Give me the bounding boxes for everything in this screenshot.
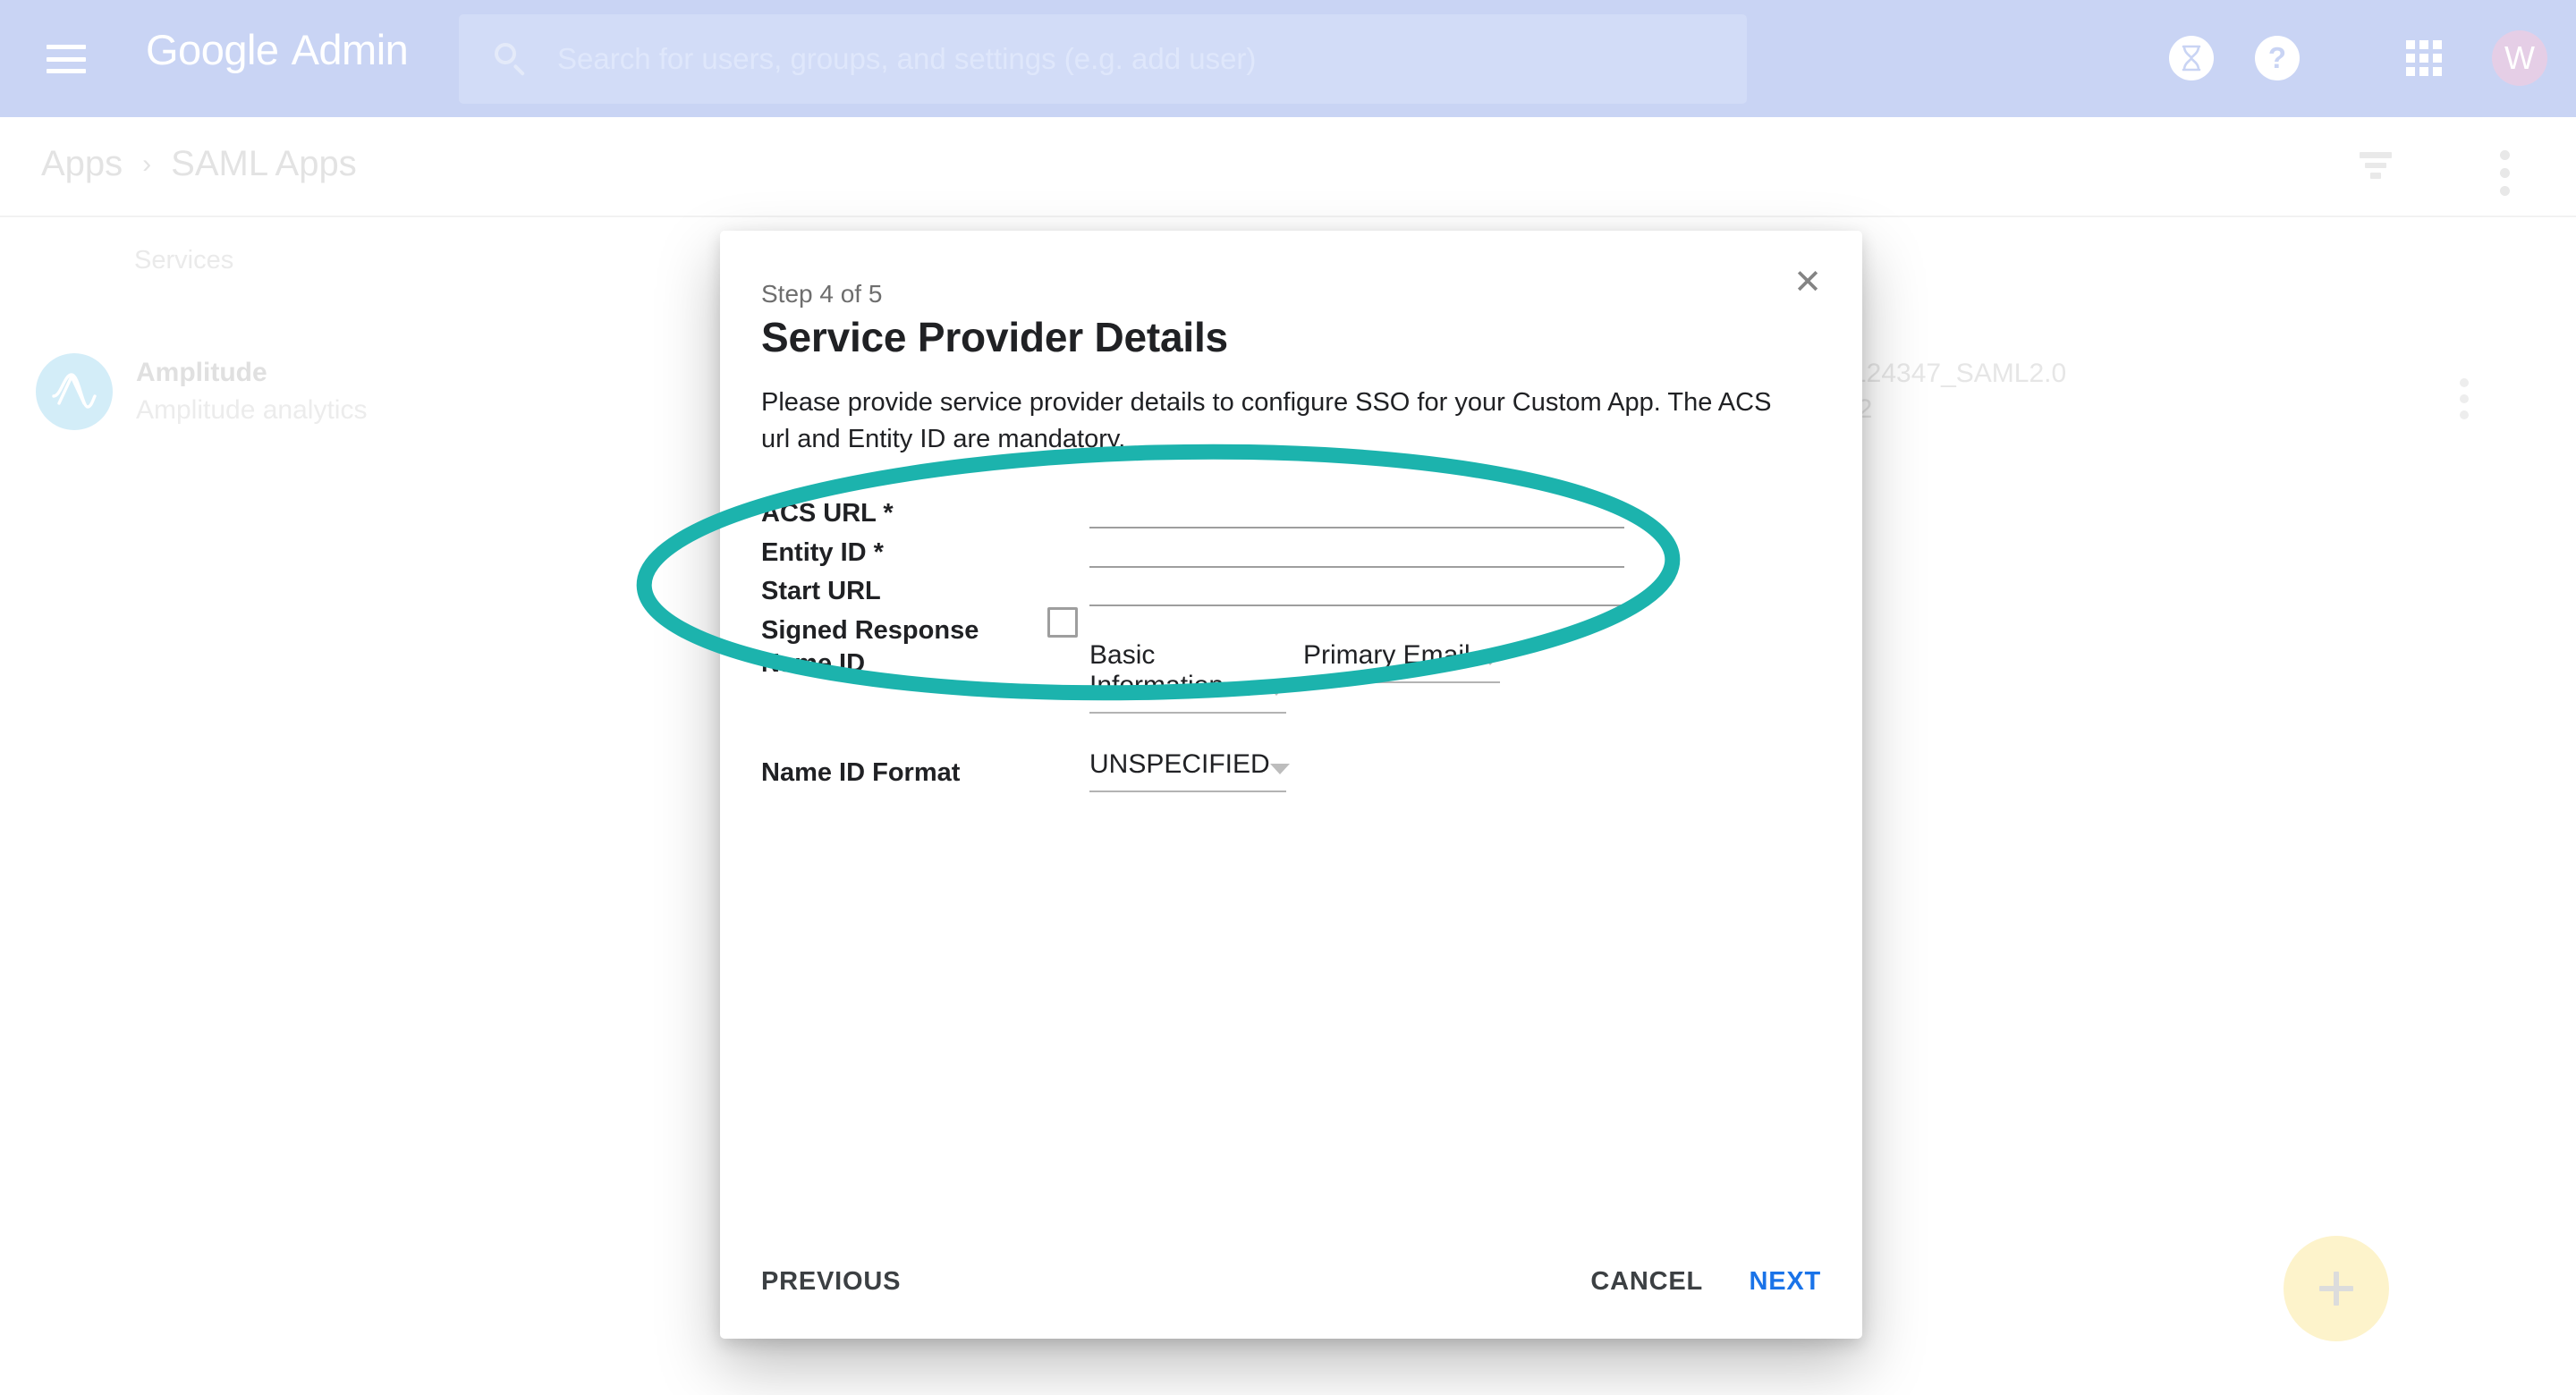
app-name: Amplitude	[136, 358, 267, 388]
search-icon	[493, 41, 529, 77]
breadcrumb-bar: Apps › SAML Apps	[0, 117, 2576, 217]
more-vert-icon[interactable]	[2500, 150, 2510, 196]
label-acs-url: ACS URL *	[761, 499, 894, 528]
acs-url-input[interactable]	[1089, 486, 1624, 528]
label-entity-id: Entity ID *	[761, 538, 884, 568]
search-input[interactable]	[555, 41, 1704, 77]
brand-logo: Google Admin	[146, 25, 408, 74]
app-description: Amplitude analytics	[136, 395, 367, 426]
app-metadata-line-2: 22	[1843, 392, 2066, 427]
brand-google-text: Google	[146, 26, 279, 73]
breadcrumb-item-saml-apps[interactable]: SAML Apps	[171, 144, 357, 184]
hamburger-menu-icon[interactable]	[47, 45, 86, 73]
entity-id-input[interactable]	[1089, 526, 1624, 568]
label-start-url: Start URL	[761, 577, 881, 606]
label-signed-response: Signed Response	[761, 616, 979, 646]
chevron-down-icon	[1480, 655, 1500, 665]
help-question-icon[interactable]: ?	[2255, 36, 2300, 80]
apps-grid-icon[interactable]	[2406, 40, 2442, 76]
brand-admin-text: Admin	[292, 26, 409, 73]
name-id-attribute-select[interactable]: Primary Email	[1303, 640, 1500, 683]
add-saml-app-fab[interactable]	[2284, 1236, 2389, 1341]
next-button[interactable]: NEXT	[1749, 1267, 1821, 1297]
name-id-attribute-value: Primary Email	[1303, 640, 1470, 671]
breadcrumb: Apps › SAML Apps	[41, 144, 357, 184]
hourglass-icon[interactable]	[2169, 36, 2214, 80]
close-icon[interactable]: ✕	[1787, 262, 1828, 303]
name-id-category-value: Basic Information	[1089, 640, 1267, 701]
cancel-button[interactable]: CANCEL	[1590, 1267, 1703, 1297]
app-metadata-line-1: -124347_SAML2.0	[1843, 356, 2066, 392]
global-search-bar[interactable]	[459, 14, 1747, 104]
chevron-down-icon	[1270, 764, 1290, 774]
signed-response-checkbox[interactable]	[1047, 607, 1078, 638]
previous-button[interactable]: PREVIOUS	[761, 1267, 901, 1297]
label-name-id-format: Name ID Format	[761, 758, 960, 788]
chevron-down-icon	[1267, 685, 1286, 696]
name-id-format-select[interactable]: UNSPECIFIED	[1089, 749, 1286, 792]
name-id-category-select[interactable]: Basic Information	[1089, 640, 1286, 714]
start-url-input[interactable]	[1089, 564, 1624, 606]
dialog-step-label: Step 4 of 5	[761, 280, 882, 309]
services-section-label: Services	[134, 246, 233, 275]
dialog-description: Please provide service provider details …	[761, 385, 1803, 458]
service-provider-details-dialog: ✕ Step 4 of 5 Service Provider Details P…	[720, 231, 1862, 1339]
app-row-more-vert-icon[interactable]	[2460, 378, 2469, 419]
breadcrumb-item-apps[interactable]: Apps	[41, 144, 123, 184]
top-app-bar: Google Admin ? W	[0, 0, 2576, 117]
app-metadata: -124347_SAML2.0 22	[1843, 356, 2066, 427]
label-name-id: Name ID	[761, 649, 865, 679]
amplitude-logo-icon	[36, 353, 113, 430]
breadcrumb-separator-icon: ›	[142, 149, 151, 180]
filter-icon[interactable]	[2358, 152, 2394, 179]
dialog-title: Service Provider Details	[761, 313, 1228, 361]
name-id-format-value: UNSPECIFIED	[1089, 749, 1270, 780]
avatar[interactable]: W	[2492, 30, 2547, 86]
